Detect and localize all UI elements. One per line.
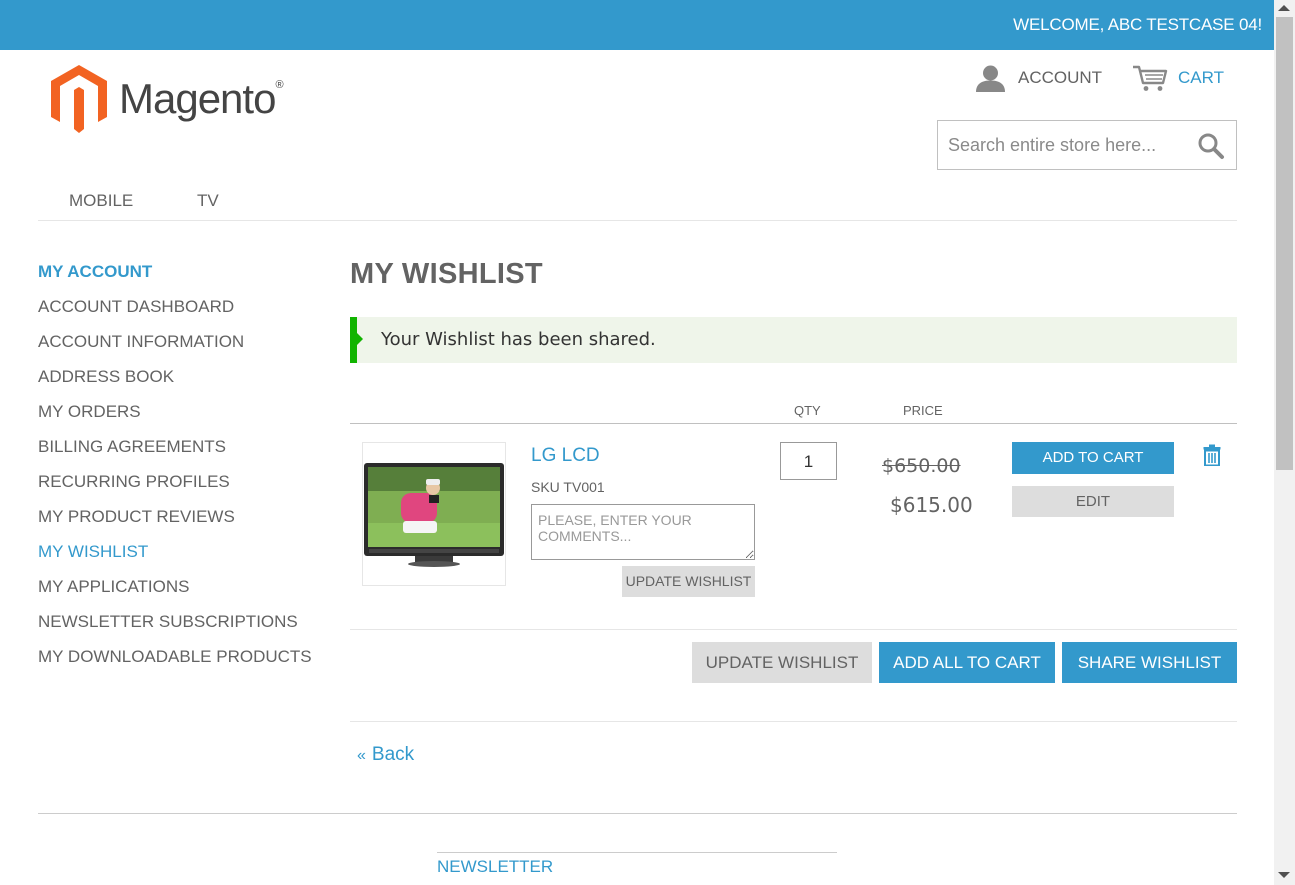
vertical-scrollbar[interactable] [1274,0,1295,885]
search-input[interactable] [948,133,1188,157]
add-to-cart-button[interactable]: ADD TO CART [1012,442,1174,474]
back-label: Back [371,744,415,765]
sidebar-item-account-information[interactable]: ACCOUNT INFORMATION [38,332,328,367]
update-wishlist-item-button[interactable]: UPDATE WISHLIST [622,566,755,597]
main-navigation: MOBILE TV [38,188,1237,221]
cart-icon [1133,65,1168,91]
actions-divider [350,721,1237,722]
nav-item-mobile[interactable]: MOBILE [69,191,133,211]
sidebar-title: MY ACCOUNT [38,262,153,281]
sidebar-item-downloadable-products[interactable]: MY DOWNLOADABLE PRODUCTS [38,647,328,682]
product-comment-field[interactable] [531,504,755,560]
newsletter-divider [437,852,837,853]
top-welcome-bar: WELCOME, ABC TESTCASE 04! [0,0,1274,50]
product-sku: SKU TV001 [531,479,605,495]
sidebar-item-my-applications[interactable]: MY APPLICATIONS [38,577,328,612]
store-logo[interactable]: Magento® [49,63,299,135]
tv-product-image [364,463,504,567]
back-link[interactable]: « Back [357,744,414,766]
column-header-price: PRICE [903,403,943,418]
trash-icon [1203,444,1221,467]
scroll-down-arrow-icon[interactable] [1278,872,1290,878]
product-name-link[interactable]: LG LCD [531,445,600,467]
account-link[interactable]: ACCOUNT [975,64,1102,92]
sidebar-item-product-reviews[interactable]: MY PRODUCT REVIEWS [38,507,328,542]
add-all-to-cart-button[interactable]: ADD ALL TO CART [879,642,1055,683]
remove-item-button[interactable] [1203,444,1221,467]
back-arrow-icon: « [357,747,366,764]
sidebar-item-address-book[interactable]: ADDRESS BOOK [38,367,328,402]
sidebar-item-newsletter-subscriptions[interactable]: NEWSLETTER SUBSCRIPTIONS [38,612,328,647]
success-message: Your Wishlist has been shared. [350,317,1237,363]
newsletter-title: NEWSLETTER [437,857,554,876]
nav-item-tv[interactable]: TV [197,191,219,211]
page-title: MY WISHLIST [350,258,543,290]
quantity-input[interactable]: 1 [780,442,837,480]
welcome-message: WELCOME, ABC TESTCASE 04! [1013,15,1262,34]
search-icon [1198,133,1224,159]
sidebar-item-recurring-profiles[interactable]: RECURRING PROFILES [38,472,328,507]
sidebar-item-billing-agreements[interactable]: BILLING AGREEMENTS [38,437,328,472]
success-arrow-icon [356,332,363,346]
sidebar-item-account-dashboard[interactable]: ACCOUNT DASHBOARD [38,297,328,332]
logo-wordmark: Magento® [119,75,284,122]
cart-label: CART [1178,68,1224,87]
footer-divider [38,813,1237,814]
user-icon [976,65,1005,92]
old-price: $650.00 [882,455,961,477]
account-sidebar: MY ACCOUNT ACCOUNT DASHBOARD ACCOUNT INF… [38,262,328,682]
edit-item-button[interactable]: EDIT [1012,486,1174,517]
cart-link[interactable]: CART [1132,64,1224,92]
search-button[interactable] [1196,131,1226,161]
account-label: ACCOUNT [1018,68,1103,87]
magento-logo-icon [51,65,107,133]
table-header-divider [350,423,1237,424]
column-header-qty: QTY [794,403,821,418]
search-box [937,120,1237,170]
share-wishlist-button[interactable]: SHARE WISHLIST [1062,642,1237,683]
row-divider [350,629,1237,630]
scroll-thumb[interactable] [1276,17,1293,470]
update-wishlist-button[interactable]: UPDATE WISHLIST [692,642,872,683]
sidebar-item-my-wishlist[interactable]: MY WISHLIST [38,542,328,577]
sidebar-item-my-orders[interactable]: MY ORDERS [38,402,328,437]
product-image[interactable] [362,442,506,586]
special-price: $615.00 [890,493,973,517]
success-message-text: Your Wishlist has been shared. [381,329,656,350]
scroll-up-arrow-icon[interactable] [1278,5,1290,11]
